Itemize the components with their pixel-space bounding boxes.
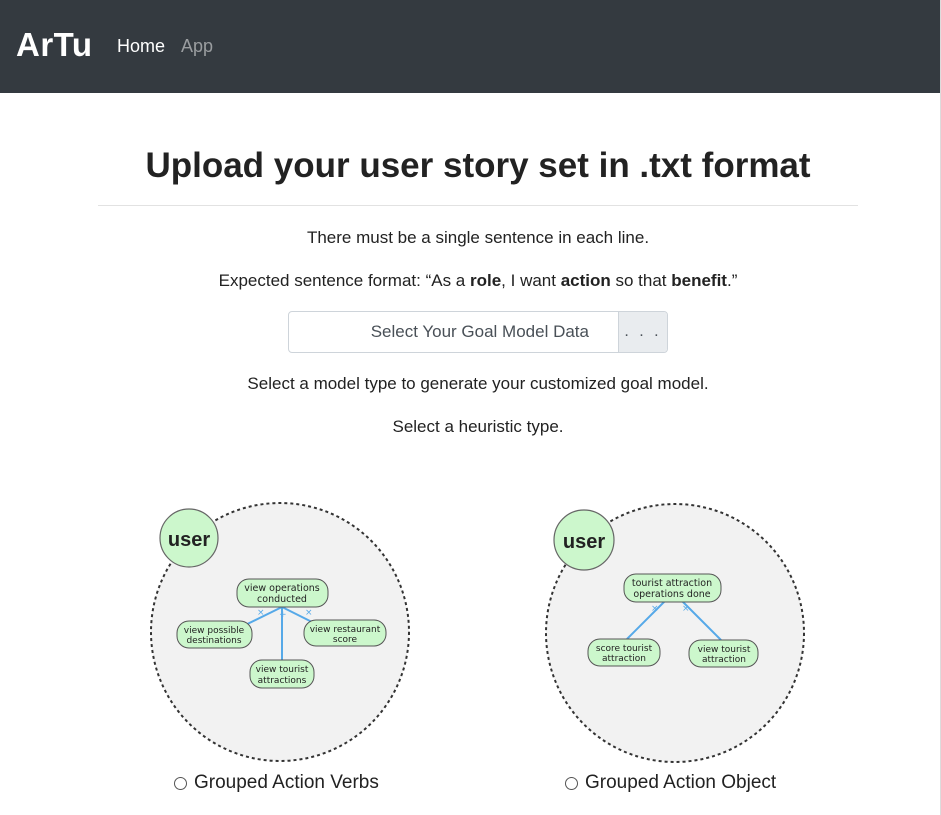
goal-right-line2: score (333, 635, 358, 645)
goal-bottom-line2: attractions (258, 676, 307, 686)
radio-label-action-verbs: Grouped Action Verbs (194, 772, 379, 793)
goal-root-line1: view operations (244, 583, 320, 594)
edge-marker: × (682, 604, 690, 614)
goal-model-diagram-action-verbs[interactable]: × × + user view operations conducted vie… (145, 497, 415, 767)
format-role: role (469, 271, 502, 290)
divider (98, 205, 858, 206)
format-action: action (560, 271, 611, 290)
nav-home-link[interactable]: Home (117, 36, 165, 57)
actor-label: user (563, 531, 605, 553)
edge-marker: × (305, 608, 313, 618)
goal-left-line2: destinations (186, 636, 241, 646)
format-benefit: benefit (671, 271, 727, 290)
radio-label-action-object: Grouped Action Object (585, 772, 777, 793)
goal-bottom-line1: view tourist (256, 665, 309, 675)
browse-button[interactable]: . . . (618, 312, 667, 352)
goal-left-line1: view possible (184, 626, 245, 636)
instruction-model-type: Select a model type to generate your cus… (247, 374, 709, 393)
format-suffix: .” (726, 271, 738, 290)
format-mid1: , I want (501, 271, 561, 290)
goal-model-diagram-action-object[interactable]: × × user tourist attraction operations d… (540, 497, 810, 767)
actor-label: user (168, 529, 210, 551)
navbar: ArTu Home App (0, 0, 941, 93)
goal-root-line1: tourist attraction (632, 578, 712, 589)
radio-option-action-object[interactable]: Grouped Action Object (565, 772, 776, 794)
radio-button-action-object[interactable] (565, 776, 578, 790)
goal-root-line2: operations done (633, 589, 710, 600)
file-upload-label[interactable]: Select Your Goal Model Data (289, 312, 619, 352)
goal-right-line2: attraction (702, 655, 746, 665)
edge-marker: × (257, 608, 265, 618)
goal-right-line1: view tourist (698, 645, 751, 655)
brand-logo[interactable]: ArTu (16, 26, 93, 64)
instruction-heuristic-type: Select a heuristic type. (392, 417, 564, 436)
goal-left-line2: attraction (602, 654, 646, 664)
format-mid2: so that (610, 271, 672, 290)
nav-app-link[interactable]: App (181, 36, 213, 57)
edge-marker: + (279, 610, 287, 620)
radio-option-action-verbs[interactable]: Grouped Action Verbs (174, 772, 379, 794)
goal-root-line2: conducted (257, 594, 307, 605)
page-title: Upload your user story set in .txt forma… (145, 146, 811, 185)
format-prefix: Expected sentence format: “As a (218, 271, 470, 290)
instruction-format: Expected sentence format: “As a role, I … (98, 271, 858, 291)
goal-right-line1: view restaurant (310, 625, 381, 635)
file-upload-label-text: Select Your Goal Model Data (370, 322, 589, 341)
goal-left-line1: score tourist (596, 644, 653, 654)
file-upload-input[interactable]: Select Your Goal Model Data . . . (288, 311, 668, 353)
radio-button-action-verbs[interactable] (174, 776, 187, 790)
edge-marker: × (651, 604, 659, 614)
instruction-single-sentence: There must be a single sentence in each … (306, 228, 650, 247)
